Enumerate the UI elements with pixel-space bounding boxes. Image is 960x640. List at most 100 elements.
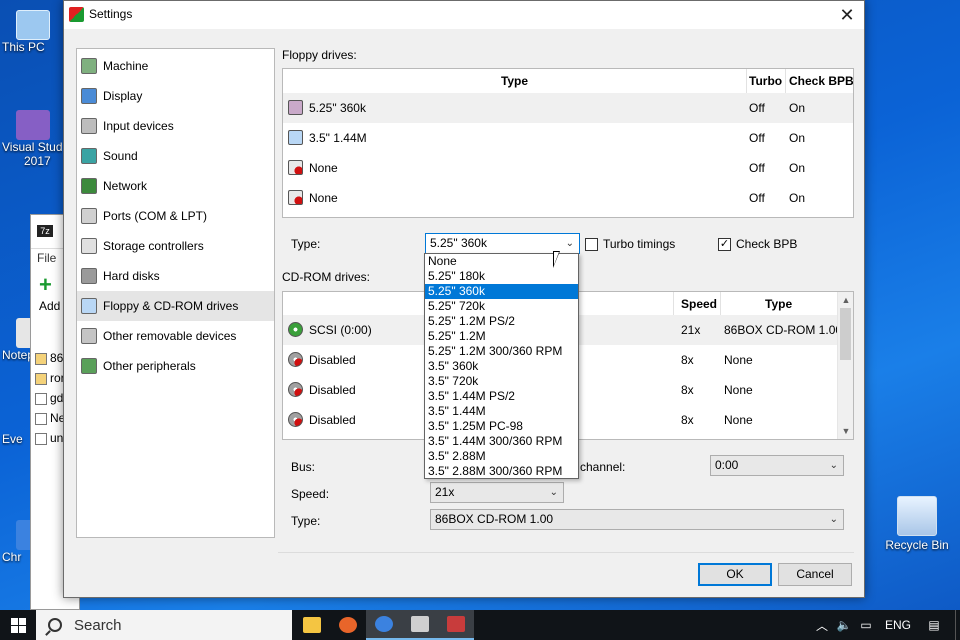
dropdown-option[interactable]: 5.25" 180k [425,269,578,284]
7zip-icon [411,616,429,632]
cdrom-icon [288,322,303,337]
visual-studio-desktop-icon[interactable]: Visual Studio 2017 [2,110,62,168]
dropdown-option[interactable]: 5.25" 1.2M 300/360 RPM [425,344,578,359]
dropdown-option[interactable]: 3.5" 1.44M 300/360 RPM [425,434,578,449]
sidebar-item-hard-disks[interactable]: Hard disks [77,261,274,291]
computer-icon [16,10,50,40]
dropdown-option[interactable]: 5.25" 720k [425,299,578,314]
system-tray: ︿ 🔈 ▭ ENG ▤ [811,610,960,640]
volume-icon[interactable]: 🔈 [833,618,855,632]
folder-icon [35,372,47,385]
dialog-title: Settings [89,7,133,21]
turbo-timings-checkbox[interactable]: Turbo timings [585,237,675,251]
recycle-bin-desktop-icon[interactable]: Recycle Bin [882,496,952,552]
dropdown-option[interactable]: 3.5" 2.88M 300/360 RPM [425,464,578,479]
scroll-up-icon[interactable]: ▲ [838,292,853,308]
background-window-menu-file[interactable]: File [37,251,56,265]
list-item[interactable]: ror [35,371,65,385]
column-divider [673,292,674,316]
taskbar-app-firefox[interactable] [330,610,366,640]
ok-button[interactable]: OK [698,563,772,586]
table-row[interactable]: 5.25" 360k Off On [283,93,853,123]
list-item[interactable]: Ne [35,411,65,425]
dropdown-option[interactable]: 5.25" 1.2M [425,329,578,344]
language-indicator[interactable]: ENG [877,618,919,632]
column-header-cd-type[interactable]: Type [765,292,825,316]
sidebar-item-storage-controllers[interactable]: Storage controllers [77,231,274,261]
display-icon [81,88,97,104]
folder-icon [35,352,47,365]
visual-studio-icon [16,110,50,140]
taskbar-app-86box[interactable] [438,610,474,640]
list-item[interactable]: gd [35,391,63,405]
column-header-type[interactable]: Type [283,69,746,93]
sidebar-item-sound[interactable]: Sound [77,141,274,171]
dropdown-option[interactable]: 3.5" 2.88M [425,449,578,464]
tray-expand-icon[interactable]: ︿ [811,617,833,634]
sidebar-item-other-removable[interactable]: Other removable devices [77,321,274,351]
firefox-icon [339,617,357,633]
cd-type-select[interactable]: 86BOX CD-ROM 1.00 ⌄ [430,509,844,530]
taskbar-app-chrome[interactable] [366,610,402,640]
chevron-down-icon: ⌄ [829,460,838,471]
table-row[interactable]: None Off On [283,153,853,183]
scroll-down-icon[interactable]: ▼ [838,423,853,439]
sidebar-item-other-peripherals[interactable]: Other peripherals [77,351,274,381]
sidebar-item-input-devices[interactable]: Input devices [77,111,274,141]
this-pc-desktop-icon[interactable]: This PC [2,10,62,54]
dropdown-option[interactable]: 3.5" 1.44M PS/2 [425,389,578,404]
column-header-speed[interactable]: Speed [681,292,721,316]
channel-select[interactable]: 0:00 ⌄ [710,455,844,476]
cdrom-table-scrollbar[interactable]: ▲ ▼ [837,292,853,439]
floppy-35-icon [288,130,303,145]
cdrom-disabled-icon [288,352,303,367]
scrollbar-thumb[interactable] [840,308,851,360]
floppy-drives-table[interactable]: Type Turbo Check BPB 5.25" 360k Off On 3… [282,68,854,218]
chip-icon [81,358,97,374]
column-header-turbo[interactable]: Turbo [749,69,785,93]
column-divider [720,292,721,316]
dialog-titlebar[interactable]: Settings ✕ [64,1,864,29]
storage-icon [81,238,97,254]
7zip-icon: 7z [37,225,53,237]
cdrom-disabled-icon [288,382,303,397]
dropdown-option[interactable]: 3.5" 1.44M [425,404,578,419]
add-label: Add [39,299,61,313]
add-icon[interactable]: + [39,274,59,296]
sidebar-item-floppy-cdrom[interactable]: Floppy & CD-ROM drives [77,291,274,321]
table-row[interactable]: None Off On [283,183,853,213]
check-bpb-checkbox[interactable]: ✓ Check BPB [718,237,797,251]
taskbar-app-file-explorer[interactable] [294,610,330,640]
chevron-down-icon: ⌄ [549,487,558,498]
floppy-type-dropdown[interactable]: None 5.25" 180k 5.25" 360k 5.25" 720k 5.… [424,253,579,479]
table-row[interactable]: 3.5" 1.44M Off On [283,123,853,153]
list-item[interactable]: un [35,431,63,445]
sidebar-item-display[interactable]: Display [77,81,274,111]
dropdown-option[interactable]: 3.5" 720k [425,374,578,389]
sidebar-item-network[interactable]: Network [77,171,274,201]
network-icon[interactable]: ▭ [855,618,877,632]
sidebar-item-machine[interactable]: Machine [77,51,274,81]
dropdown-option[interactable]: 5.25" 1.2M PS/2 [425,314,578,329]
column-header-check-bpb[interactable]: Check BPB [789,69,853,93]
start-button[interactable] [0,610,36,640]
dropdown-option-selected[interactable]: 5.25" 360k [425,284,578,299]
notifications-icon[interactable]: ▤ [919,618,949,632]
file-icon [35,392,47,405]
taskbar-search[interactable]: Search [36,610,292,640]
hard-disk-icon [81,268,97,284]
close-button[interactable]: ✕ [830,1,864,29]
dropdown-option[interactable]: 3.5" 360k [425,359,578,374]
show-desktop-button[interactable] [955,610,960,640]
sidebar-item-ports[interactable]: Ports (COM & LPT) [77,201,274,231]
channel-label: channel: [580,460,626,474]
folder-icon [303,617,321,633]
taskbar-app-7zip[interactable] [402,610,438,640]
speed-select[interactable]: 21x ⌄ [430,482,564,503]
taskbar: Search ︿ 🔈 ▭ ENG ▤ [0,610,960,640]
cancel-button[interactable]: Cancel [778,563,852,586]
column-divider [746,69,747,93]
chevron-down-icon: ⌄ [829,514,838,525]
cd-type-label: Type: [291,514,321,528]
dropdown-option[interactable]: 3.5" 1.25M PC-98 [425,419,578,434]
